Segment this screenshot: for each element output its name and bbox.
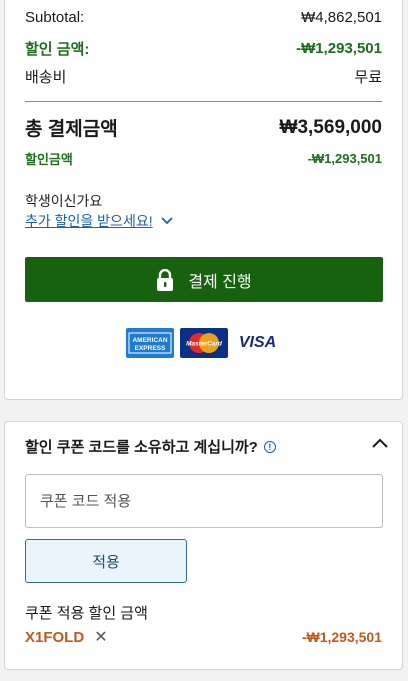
summary-divider [25, 101, 382, 102]
discount2-value: -₩1,293,501 [307, 151, 382, 166]
applied-discount-value: -₩1,293,501 [301, 629, 382, 645]
coupon-title-text: 할인 쿠폰 코드를 소유하고 계십니까? [25, 439, 258, 456]
apply-coupon-button[interactable]: 적용 [25, 539, 187, 583]
order-summary-card: Subtotal: ₩4,862,501 할인 금액: -₩1,293,501 … [4, 0, 403, 400]
amex-logo: AMERICAN EXPRESS [125, 328, 174, 358]
payment-methods: AMERICAN EXPRESS MasterCard VISA [5, 328, 402, 358]
chevron-up-icon[interactable] [372, 438, 388, 448]
total-row: 총 결제금액 ₩3,569,000 [25, 114, 382, 141]
shipping-value: 무료 [354, 69, 382, 86]
shipping-label: 배송비 [25, 69, 67, 86]
discount-label: 할인 금액: [25, 41, 90, 58]
total-label: 총 결제금액 [25, 119, 118, 140]
lock-icon [157, 268, 174, 291]
discount-row: 할인 금액: -₩1,293,501 [25, 38, 382, 59]
student-discount-link[interactable]: 추가 할인을 받으세요! [25, 211, 173, 231]
subtotal-row: Subtotal: ₩4,862,501 [25, 9, 382, 26]
checkout-button[interactable]: 결제 진행 [25, 257, 383, 302]
info-icon[interactable]: ! [263, 440, 276, 453]
applied-discount-label: 쿠폰 적용 할인 금액 [25, 605, 148, 622]
discount-value: -₩1,293,501 [296, 40, 382, 57]
shipping-row: 배송비 무료 [25, 66, 382, 87]
total-value: ₩3,569,000 [279, 116, 382, 138]
visa-logo: VISA [233, 328, 282, 358]
amex-line1: AMERICAN [132, 337, 167, 344]
subtotal-value: ₩4,862,501 [301, 9, 382, 26]
coupon-code: X1FOLD [25, 628, 85, 646]
subtotal-label: Subtotal: [25, 9, 85, 26]
amex-line2: EXPRESS [134, 345, 165, 352]
discount2-row: 할인금액 -₩1,293,501 [25, 149, 382, 168]
student-link-label: 추가 할인을 받으세요! [25, 213, 153, 229]
mastercard-logo: MasterCard [179, 328, 228, 358]
coupon-card: 할인 쿠폰 코드를 소유하고 계십니까? ! 적용 쿠폰 적용 할인 금액 X1… [4, 421, 403, 670]
discount2-label: 할인금액 [25, 152, 73, 167]
applied-coupon-row: X1FOLD ✕ -₩1,293,501 [25, 627, 382, 647]
mastercard-text: MasterCard [186, 341, 223, 348]
student-question: 학생이신가요 [25, 193, 103, 209]
applied-coupon: X1FOLD ✕ [25, 627, 108, 647]
chevron-down-icon [160, 217, 173, 225]
coupon-input[interactable] [25, 474, 383, 528]
coupon-title: 할인 쿠폰 코드를 소유하고 계십니까? ! [25, 436, 276, 457]
checkout-label: 결제 진행 [188, 273, 252, 291]
remove-coupon-icon[interactable]: ✕ [94, 627, 107, 647]
